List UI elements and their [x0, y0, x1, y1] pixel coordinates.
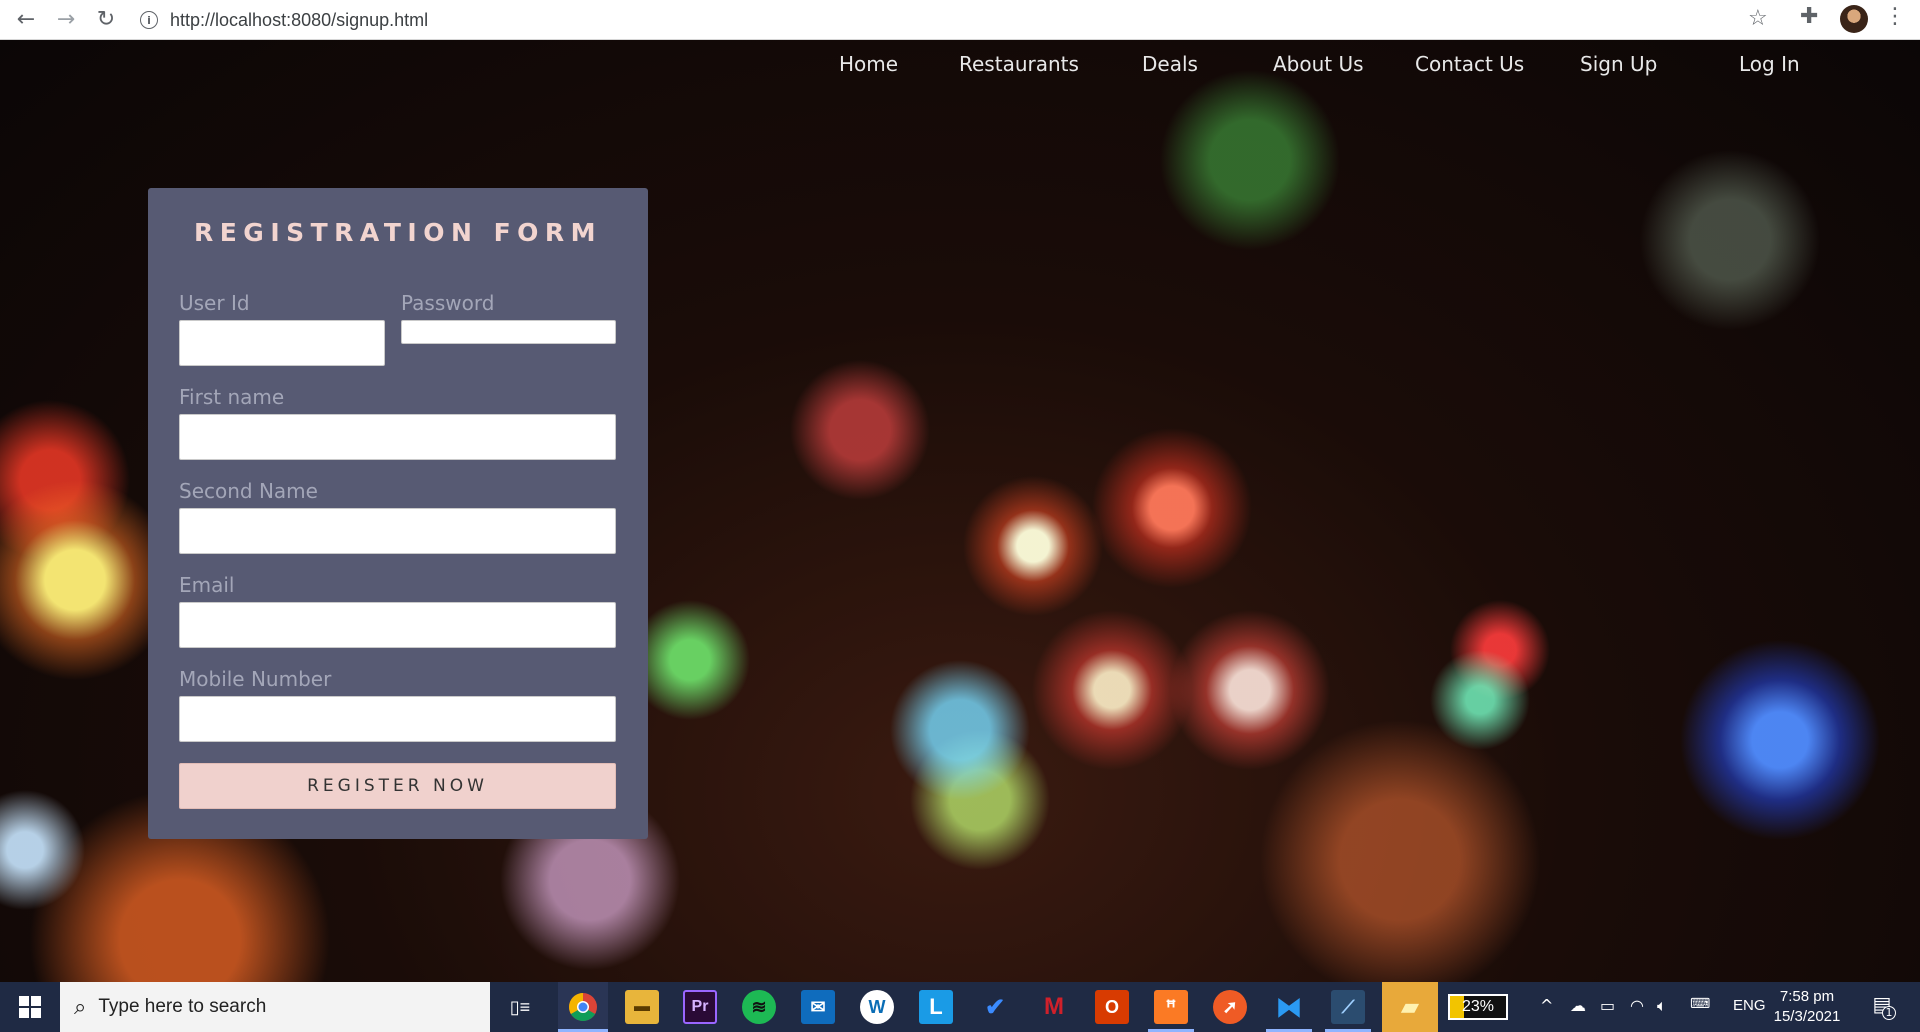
- browser-toolbar: ← → ↻ i http://localhost:8080/signup.htm…: [0, 0, 1920, 40]
- office-icon[interactable]: O: [1095, 990, 1129, 1024]
- mcafee-icon[interactable]: M: [1037, 990, 1071, 1024]
- forward-icon[interactable]: →: [46, 0, 86, 40]
- registration-form: REGISTRATION FORM User Id Password First…: [148, 188, 648, 839]
- chrome-icon: [569, 993, 597, 1021]
- chevron-up-icon[interactable]: ^: [1540, 996, 1553, 1015]
- notification-center-icon[interactable]: ▤ 1: [1866, 992, 1898, 1022]
- url-text[interactable]: http://localhost:8080/signup.html: [170, 10, 428, 31]
- puzzle-icon[interactable]: ✚: [1800, 4, 1818, 29]
- clock[interactable]: 7:58 pm 15/3/2021: [1772, 987, 1842, 1027]
- windows-logo-icon: [19, 996, 41, 1018]
- wifi-icon[interactable]: ◠: [1630, 996, 1644, 1015]
- nav-about-us[interactable]: About Us: [1273, 52, 1364, 76]
- password-label: Password: [401, 291, 495, 315]
- second-name-label: Second Name: [179, 479, 318, 503]
- l-app-icon[interactable]: L: [919, 990, 953, 1024]
- star-icon[interactable]: ☆: [1748, 6, 1768, 31]
- mobile-number-label: Mobile Number: [179, 667, 332, 691]
- spotify-icon[interactable]: ≋: [742, 990, 776, 1024]
- vscode-icon[interactable]: ⧓: [1272, 990, 1306, 1024]
- mobile-number-input[interactable]: [179, 696, 616, 742]
- file-explorer-icon[interactable]: ▬: [625, 990, 659, 1024]
- kebab-menu-icon[interactable]: ⋮: [1884, 4, 1906, 29]
- search-icon: ⌕: [74, 994, 87, 1020]
- page-background: Home Restaurants Deals About Us Contact …: [0, 40, 1920, 982]
- chrome-app-slot[interactable]: [558, 982, 608, 1032]
- back-icon[interactable]: ←: [6, 0, 46, 40]
- task-view-icon[interactable]: ▯≡: [503, 990, 537, 1024]
- wordpress-icon[interactable]: W: [860, 990, 894, 1024]
- second-name-input[interactable]: [179, 508, 616, 554]
- first-name-label: First name: [179, 385, 285, 409]
- battery-indicator[interactable]: 23%: [1448, 994, 1508, 1020]
- mysql-workbench-icon[interactable]: ⟋: [1331, 990, 1365, 1024]
- postman-icon[interactable]: ➚: [1213, 990, 1247, 1024]
- nav-deals[interactable]: Deals: [1142, 52, 1198, 76]
- todo-check-icon[interactable]: ✔: [978, 990, 1012, 1024]
- nav-contact-us[interactable]: Contact Us: [1415, 52, 1524, 76]
- cloud-icon[interactable]: ☁: [1570, 996, 1586, 1015]
- reload-icon[interactable]: ↻: [86, 0, 126, 40]
- keyboard-icon[interactable]: ⌨: [1690, 996, 1710, 1012]
- xampp-icon[interactable]: ꟸ: [1154, 990, 1188, 1024]
- volume-icon[interactable]: 🔈︎: [1657, 996, 1667, 1016]
- site-nav: Home Restaurants Deals About Us Contact …: [0, 46, 1920, 86]
- nav-restaurants[interactable]: Restaurants: [959, 52, 1079, 76]
- form-title: REGISTRATION FORM: [193, 218, 603, 247]
- battery-percent: 23%: [1461, 998, 1495, 1015]
- password-input[interactable]: [401, 320, 616, 344]
- nav-home[interactable]: Home: [839, 52, 898, 76]
- register-now-button[interactable]: REGISTER NOW: [179, 763, 616, 809]
- email-input[interactable]: [179, 602, 616, 648]
- mail-icon[interactable]: ✉: [801, 990, 835, 1024]
- nav-log-in[interactable]: Log In: [1739, 52, 1800, 76]
- language-indicator[interactable]: ENG: [1733, 997, 1766, 1014]
- premiere-pro-icon[interactable]: Pr: [683, 990, 717, 1024]
- clock-time: 7:58 pm: [1779, 988, 1835, 1005]
- info-icon[interactable]: i: [140, 11, 158, 29]
- email-label: Email: [179, 573, 235, 597]
- user-id-label: User Id: [179, 291, 250, 315]
- nav-sign-up[interactable]: Sign Up: [1580, 52, 1657, 76]
- taskbar-search[interactable]: ⌕ Type here to search: [60, 982, 490, 1032]
- start-button[interactable]: [0, 982, 60, 1032]
- sticky-notes-icon[interactable]: ▰: [1382, 982, 1438, 1032]
- first-name-input[interactable]: [179, 414, 616, 460]
- windows-taskbar: ⌕ Type here to search ▯≡ ▬ Pr ≋ ✉ W L ✔ …: [0, 982, 1920, 1032]
- address-bar[interactable]: i http://localhost:8080/signup.html: [140, 4, 1760, 36]
- user-id-input[interactable]: [179, 320, 385, 366]
- notification-count: 1: [1882, 1006, 1896, 1020]
- profile-avatar[interactable]: [1840, 5, 1868, 33]
- search-placeholder: Type here to search: [98, 996, 267, 1017]
- battery-tray-icon[interactable]: ▭: [1600, 996, 1615, 1015]
- clock-date: 15/3/2021: [1773, 1008, 1841, 1025]
